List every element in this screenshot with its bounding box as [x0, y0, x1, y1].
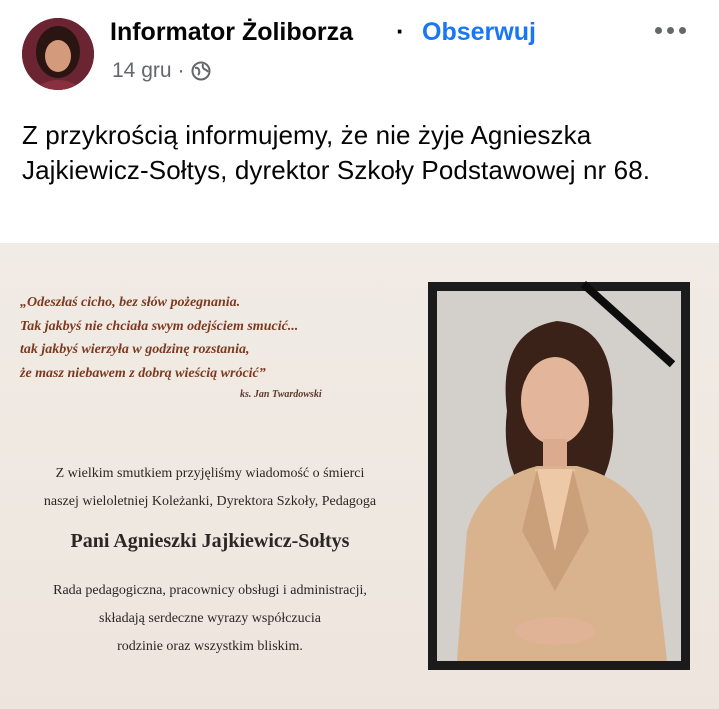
quote-line: „Odeszłaś cicho, bez słów pożegnania. — [20, 295, 241, 310]
poem-quote: „Odeszłaś cicho, bez słów pożegnania. Ta… — [20, 291, 298, 385]
more-options-icon[interactable] — [655, 24, 689, 36]
post-text: Z przykrością informujemy, że nie żyje A… — [22, 120, 651, 185]
closing-line: Rada pedagogiczna, pracownicy obsługi i … — [53, 583, 367, 598]
closing-line: rodzinie oraz wszystkim bliskim. — [117, 639, 303, 654]
deceased-name: Pani Agnieszki Jajkiewicz-Sołtys — [70, 530, 350, 552]
post-meta: 14 gru · — [112, 59, 211, 83]
quote-line: że masz niebawem z dobrą wieścią wrócić” — [20, 365, 266, 381]
post-date-link[interactable]: 14 gru — [112, 59, 172, 83]
condolence-intro: Z wielkim smutkiem przyjęliśmy wiadomość… — [0, 460, 420, 516]
globe-icon[interactable] — [191, 61, 211, 81]
page-name-link[interactable]: Informator Żoliborza — [110, 18, 353, 47]
portrait-photo — [437, 291, 681, 661]
quote-author: ks. Jan Twardowski — [240, 389, 322, 400]
intro-line: naszej wieloletniej Koleżanki, Dyrektora… — [43, 494, 377, 509]
meta-separator: · — [177, 59, 185, 82]
follow-button[interactable]: Obserwuj — [422, 18, 536, 47]
quote-line: tak jakbyś wierzyła w godzinę rozstania, — [20, 342, 250, 357]
page-avatar[interactable] — [22, 18, 94, 90]
quote-line: Tak jakbyś nie chciała swym odejściem sm… — [20, 318, 299, 334]
header-separator: · — [396, 16, 405, 46]
closing-line: składają serdeczne wyrazy współczucia — [99, 611, 321, 626]
obituary-image[interactable]: „Odeszłaś cicho, bez słów pożegnania. Ta… — [0, 243, 719, 709]
condolence-closing: Rada pedagogiczna, pracownicy obsługi i … — [0, 577, 420, 661]
intro-line: Z wielkim smutkiem przyjęliśmy wiadomość… — [55, 466, 365, 481]
post-header: Informator Żoliborza · Obserwuj 14 gru · — [0, 0, 719, 100]
